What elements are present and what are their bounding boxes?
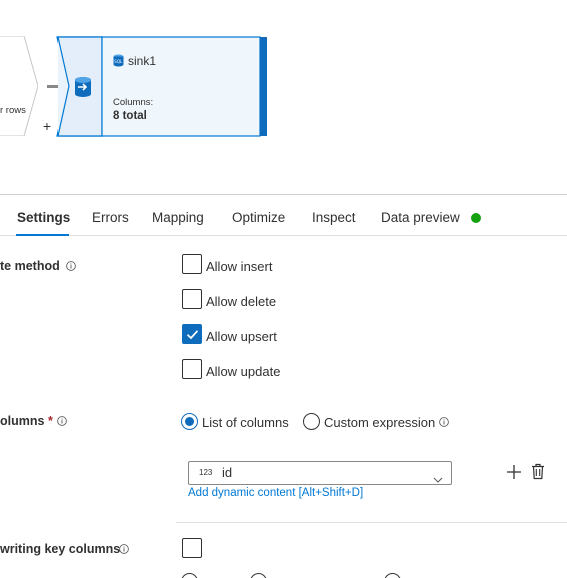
info-icon[interactable] [439, 414, 449, 427]
tab-data-preview[interactable]: Data preview [381, 210, 460, 225]
required-marker: * [47, 414, 53, 428]
add-column-button[interactable] [506, 464, 522, 485]
allow-update-checkbox[interactable] [182, 359, 202, 379]
svg-text:SQL: SQL [114, 59, 123, 64]
list-of-columns-label: List of columns [202, 415, 289, 430]
trash-icon [532, 463, 544, 480]
sink-columns-value: 8 total [113, 110, 147, 122]
key-column-value: id [222, 465, 233, 480]
sink-columns-label: Columns: [113, 97, 154, 108]
info-icon[interactable] [119, 541, 129, 554]
sink-title: sink1 [128, 54, 157, 68]
cut-off-radio[interactable] [181, 573, 198, 578]
key-columns-text: olumns [0, 414, 45, 428]
tab-mapping[interactable]: Mapping [152, 210, 204, 225]
allow-insert-checkbox[interactable] [182, 254, 202, 274]
settings-tab-bar: Settings Errors Mapping Optimize Inspect… [0, 206, 567, 236]
data-preview-status-dot [471, 213, 481, 223]
allow-insert-label: Allow insert [206, 259, 273, 274]
sql-database-icon: SQL [113, 54, 124, 67]
checkmark-icon [186, 330, 199, 340]
tab-errors[interactable]: Errors [92, 210, 129, 225]
radio-selected-dot [185, 417, 194, 426]
previous-transform-node[interactable] [0, 36, 38, 136]
integer-type-icon: 123 [199, 468, 213, 477]
chevron-down-icon [433, 470, 443, 488]
previous-node-label: r rows [0, 105, 26, 116]
info-icon[interactable] [57, 413, 67, 426]
key-columns-label: olumns * [0, 414, 53, 428]
custom-expression-radio[interactable] [303, 413, 320, 430]
add-transform-button[interactable]: + [40, 118, 54, 134]
allow-upsert-checkbox[interactable] [182, 324, 202, 344]
allow-upsert-label: Allow upsert [206, 329, 277, 344]
allow-update-label: Allow update [206, 364, 281, 379]
tab-optimize[interactable]: Optimize [232, 210, 285, 225]
allow-delete-checkbox[interactable] [182, 289, 202, 309]
delete-column-button[interactable] [531, 463, 545, 485]
custom-expression-label: Custom expression [324, 415, 436, 430]
info-icon[interactable] [66, 258, 76, 271]
skip-writing-key-columns-label: writing key columns [0, 542, 121, 556]
skip-writing-key-columns-checkbox[interactable] [182, 538, 202, 558]
data-flow-editor: r rows + SQL sink1 Columns: 8 total Sett… [0, 0, 567, 578]
plus-icon [507, 465, 521, 479]
cut-off-radio[interactable] [250, 573, 267, 578]
active-tab-indicator [16, 234, 69, 236]
key-column-dropdown[interactable]: 123 id [188, 461, 452, 485]
list-of-columns-radio[interactable] [181, 413, 198, 430]
tab-inspect[interactable]: Inspect [312, 210, 356, 225]
add-dynamic-content-link[interactable]: Add dynamic content [Alt+Shift+D] [188, 487, 363, 499]
allow-delete-label: Allow delete [206, 294, 277, 309]
section-divider [176, 522, 567, 523]
panel-divider [0, 194, 567, 195]
cut-off-radio[interactable] [384, 573, 401, 578]
tab-settings[interactable]: Settings [17, 210, 70, 225]
update-method-label: te method [0, 259, 60, 273]
flow-canvas[interactable]: r rows + SQL sink1 Columns: 8 total [0, 0, 567, 195]
database-sink-icon [74, 76, 92, 98]
